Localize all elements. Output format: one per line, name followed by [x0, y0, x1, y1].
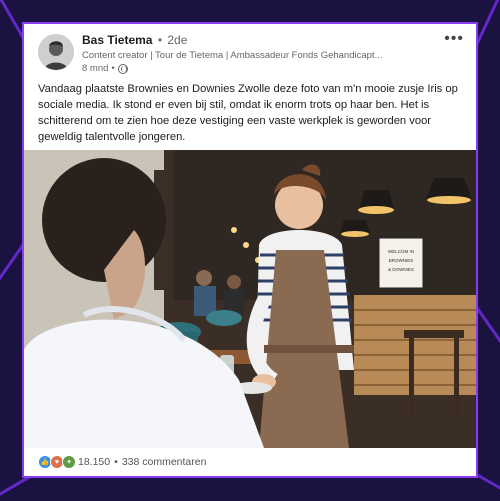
comments-count[interactable]: 338 commentaren	[122, 456, 207, 468]
separator-dot: •	[114, 456, 118, 468]
linkedin-post-card: Bas Tietema • 2de Content creator | Tour…	[24, 24, 476, 476]
more-horizontal-icon[interactable]: •••	[444, 30, 464, 48]
post-time-row: 8 mnd •	[82, 63, 128, 74]
sign-line-2: BROWNIES	[389, 258, 414, 263]
author-avatar[interactable]	[38, 34, 74, 70]
globe-icon	[117, 63, 128, 74]
separator-dot: •	[111, 63, 115, 74]
connection-degree: 2de	[167, 33, 188, 47]
author-name-row: Bas Tietema • 2de	[82, 33, 187, 47]
reaction-icons[interactable]: 👍 ♥ ✦	[38, 455, 76, 469]
author-subtitle: Content creator | Tour de Tietema | Amba…	[82, 50, 383, 61]
post-image[interactable]: WELCOM IN BROWNIES & DOWNIES	[24, 150, 476, 448]
post-text: Vandaag plaatste Brownies en Downies Zwo…	[38, 83, 458, 143]
post-time: 8 mnd	[82, 63, 109, 74]
post-footer: 👍 ♥ ✦ 18.150 • 338 commentaren	[24, 448, 476, 476]
author-name[interactable]: Bas Tietema	[82, 33, 152, 47]
separator-dot: •	[157, 33, 163, 47]
sign-line-1: WELCOM IN	[388, 249, 414, 254]
sign-line-3: & DOWNIES	[388, 267, 414, 272]
insightful-icon: ✦	[62, 455, 76, 469]
post-header: Bas Tietema • 2de Content creator | Tour…	[24, 24, 476, 76]
reaction-count[interactable]: 18.150	[78, 456, 110, 468]
